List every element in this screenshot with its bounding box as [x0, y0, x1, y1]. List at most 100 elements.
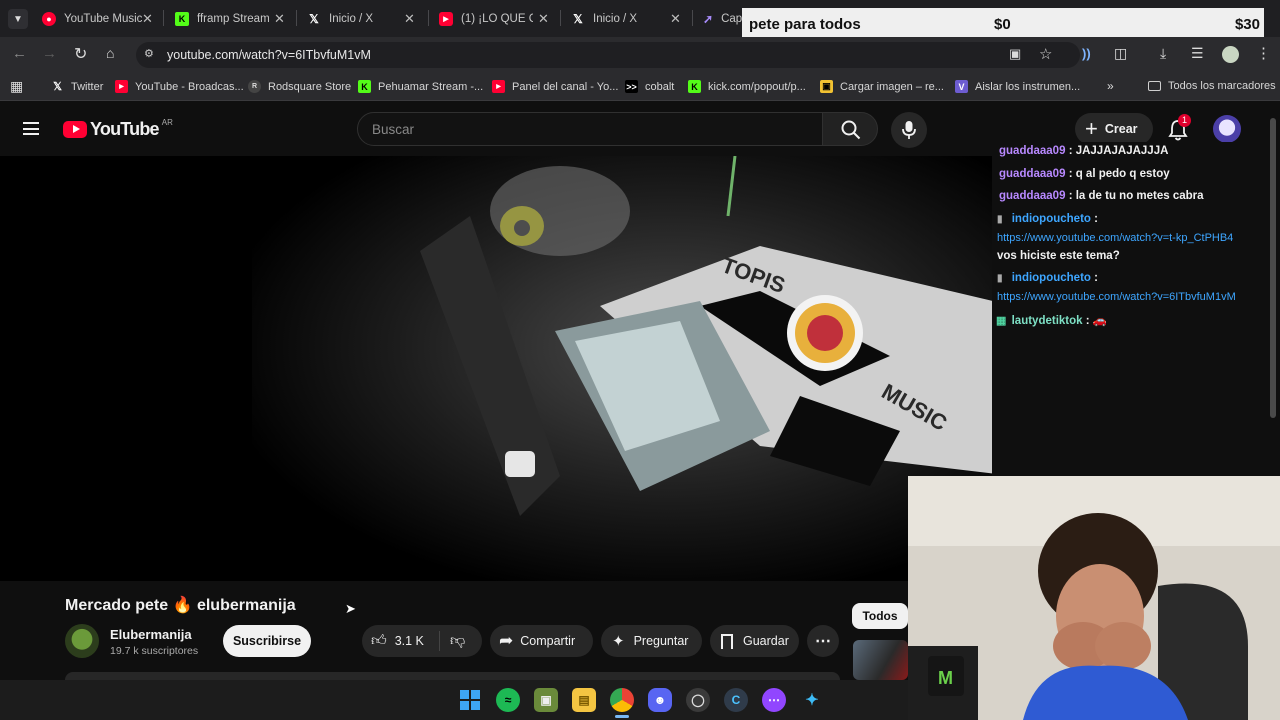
menu-dots-icon[interactable]: ⋮ [1256, 44, 1271, 62]
bookmark-cobalt[interactable]: >> cobalt [625, 80, 674, 93]
chat-link[interactable]: https://www.youtube.com/watch?v=6ITbvfuM… [997, 291, 1236, 303]
profile-avatar[interactable] [1222, 46, 1239, 63]
close-icon[interactable]: ✕ [670, 11, 681, 27]
chat-username[interactable]: guaddaaa09 [999, 168, 1065, 180]
download-icon[interactable]: ⤓ [1160, 45, 1166, 62]
chat-username[interactable]: lautydetiktok [1012, 315, 1083, 327]
bookmark-pehuamar-stream[interactable]: K Pehuamar Stream -... [358, 80, 483, 93]
like-dislike-group: 👍︎ 3.1 K 👎︎ [362, 625, 482, 657]
youtube-logo[interactable]: YouTube AR [63, 118, 173, 140]
ask-button[interactable]: ✦ Preguntar [601, 625, 702, 657]
more-bookmarks-icon[interactable]: » [1107, 79, 1114, 93]
more-actions-button[interactable]: ⋯ [807, 625, 839, 657]
extensions-icon[interactable]: ◫ [1114, 45, 1127, 62]
like-button[interactable]: 👍︎ 3.1 K [362, 631, 440, 651]
bookmark-star-icon[interactable]: ☆ [1039, 45, 1052, 63]
bookmark-youtube-broadcast[interactable]: ▶ YouTube - Broadcas... [115, 80, 244, 93]
tab-inicio-x[interactable]: 𝕏 Inicio / X ✕ [307, 6, 422, 31]
avatar[interactable] [1213, 115, 1241, 143]
chat-app-icon[interactable]: ⋯ [762, 688, 786, 712]
chrome-icon[interactable] [610, 688, 634, 712]
voice-search-button[interactable] [891, 112, 927, 148]
chat-username[interactable]: indiopoucheto [1012, 213, 1091, 225]
youtube-play-icon [63, 120, 87, 138]
v-icon: V [955, 80, 968, 93]
streamlabs-icon[interactable]: ✦ [800, 688, 824, 712]
extension-audio-icon[interactable]: )) [1082, 46, 1091, 61]
all-bookmarks-folder[interactable]: Todos los marcadores [1148, 80, 1276, 92]
create-button[interactable]: + Crear [1075, 113, 1153, 145]
chat-username[interactable]: indiopoucheto [1012, 272, 1091, 284]
dislike-button[interactable]: 👎︎ [440, 632, 465, 650]
media-controls-icon[interactable]: ☰ [1191, 45, 1204, 62]
tab-title: YouTube Music [64, 12, 143, 25]
address-bar[interactable]: ⚙ youtube.com/watch?v=6ITbvfuM1vM ▣ ☆ [136, 42, 1080, 68]
reload-icon[interactable]: ↻ [74, 44, 87, 64]
bookmark-label: Twitter [71, 80, 104, 93]
chat-username[interactable]: guaddaaa09 [999, 190, 1065, 202]
folder-icon [1148, 81, 1161, 91]
notifications-button[interactable]: 1 [1166, 114, 1192, 143]
filter-chip-all[interactable]: Todos [852, 603, 908, 629]
tab-title: fframp Stream [197, 12, 270, 25]
bookmark-cargar-imagen[interactable]: ▣ Cargar imagen – re... [820, 80, 944, 93]
related-video-thumbnail[interactable] [853, 640, 908, 680]
file-explorer-icon[interactable]: ▤ [572, 688, 596, 712]
page-scrollbar[interactable] [1270, 118, 1276, 418]
back-icon[interactable]: ← [12, 45, 27, 62]
obs-icon[interactable]: ◯ [686, 688, 710, 712]
chat-message: ▦ lautydetiktok : 🚗 [996, 313, 1107, 327]
channel-name[interactable]: Elubermanija [110, 627, 192, 642]
bookmark-label: Cargar imagen – re... [840, 80, 944, 93]
video-player[interactable]: TOPIS MUSIC [0, 156, 1014, 581]
forward-icon[interactable]: → [42, 45, 57, 62]
url-text[interactable]: youtube.com/watch?v=6ITbvfuM1vM [167, 48, 371, 62]
more-dots-icon: ⋯ [815, 633, 831, 650]
media-app-icon[interactable]: ▣ [534, 688, 558, 712]
bookmark-kick-popout[interactable]: K kick.com/popout/p... [688, 80, 806, 93]
bookmark-aislar-instrumentos[interactable]: V Aislar los instrumen... [955, 80, 1080, 93]
windows-start-icon[interactable] [458, 688, 482, 712]
save-label: Guardar [743, 634, 789, 648]
tab-title: Capt [721, 12, 743, 25]
tab-capt[interactable]: ➚ Capt [703, 6, 743, 31]
bookmark-panel-canal[interactable]: ▶ Panel del canal - Yo... [492, 80, 618, 93]
install-app-icon[interactable]: ▣ [1009, 46, 1021, 62]
search-input[interactable]: Buscar [357, 112, 823, 146]
description-box[interactable] [65, 672, 840, 680]
apps-grid-icon[interactable]: ▦ [10, 78, 23, 95]
tab-youtube-video[interactable]: ▶ (1) ¡LO QUE CR ✕ [439, 6, 554, 31]
subscribe-button[interactable]: Suscribirse [223, 625, 311, 657]
video-frame: TOPIS MUSIC [0, 156, 1014, 581]
tab-search-button[interactable]: ▼ [8, 9, 28, 29]
bookmark-label: Rodsquare Store [268, 80, 352, 93]
close-icon[interactable]: ✕ [404, 11, 415, 27]
tab-youtube-music[interactable]: ● YouTube Music ✕ [42, 6, 157, 31]
chat-username[interactable]: guaddaaa09 [999, 145, 1065, 157]
close-icon[interactable]: ✕ [274, 11, 285, 27]
spotify-icon[interactable]: ≈ [496, 688, 520, 712]
youtube-icon: ▶ [115, 80, 128, 93]
site-settings-icon[interactable]: ⚙ [144, 47, 158, 61]
channel-avatar[interactable] [65, 624, 99, 658]
tab-divider [692, 10, 693, 26]
close-icon[interactable]: ✕ [538, 11, 549, 27]
bookmark-rodsquare-store[interactable]: R Rodsquare Store [248, 80, 351, 93]
search-button[interactable] [822, 112, 878, 146]
webcam-frame: M [908, 476, 1280, 720]
discord-icon[interactable]: ☻ [648, 688, 672, 712]
save-button[interactable]: Guardar [710, 625, 799, 657]
close-icon[interactable]: ✕ [142, 11, 153, 27]
home-icon[interactable]: ⌂ [106, 45, 114, 61]
chat-link[interactable]: https://www.youtube.com/watch?v=t-kp_CtP… [997, 232, 1233, 244]
hamburger-menu-icon[interactable] [23, 122, 39, 135]
ccleaner-icon[interactable]: C [724, 688, 748, 712]
notification-badge: 1 [1178, 114, 1191, 127]
create-label: Crear [1104, 122, 1138, 136]
share-button[interactable]: ➦ Compartir [490, 625, 593, 657]
bookmark-twitter[interactable]: 𝕏 Twitter [51, 80, 104, 94]
tab-inicio-x-2[interactable]: 𝕏 Inicio / X ✕ [571, 6, 686, 31]
filter-chip-label: Todos [862, 609, 898, 623]
tab-title: Inicio / X [329, 12, 374, 25]
tab-fframp-stream[interactable]: K fframp Stream ✕ [175, 6, 290, 31]
